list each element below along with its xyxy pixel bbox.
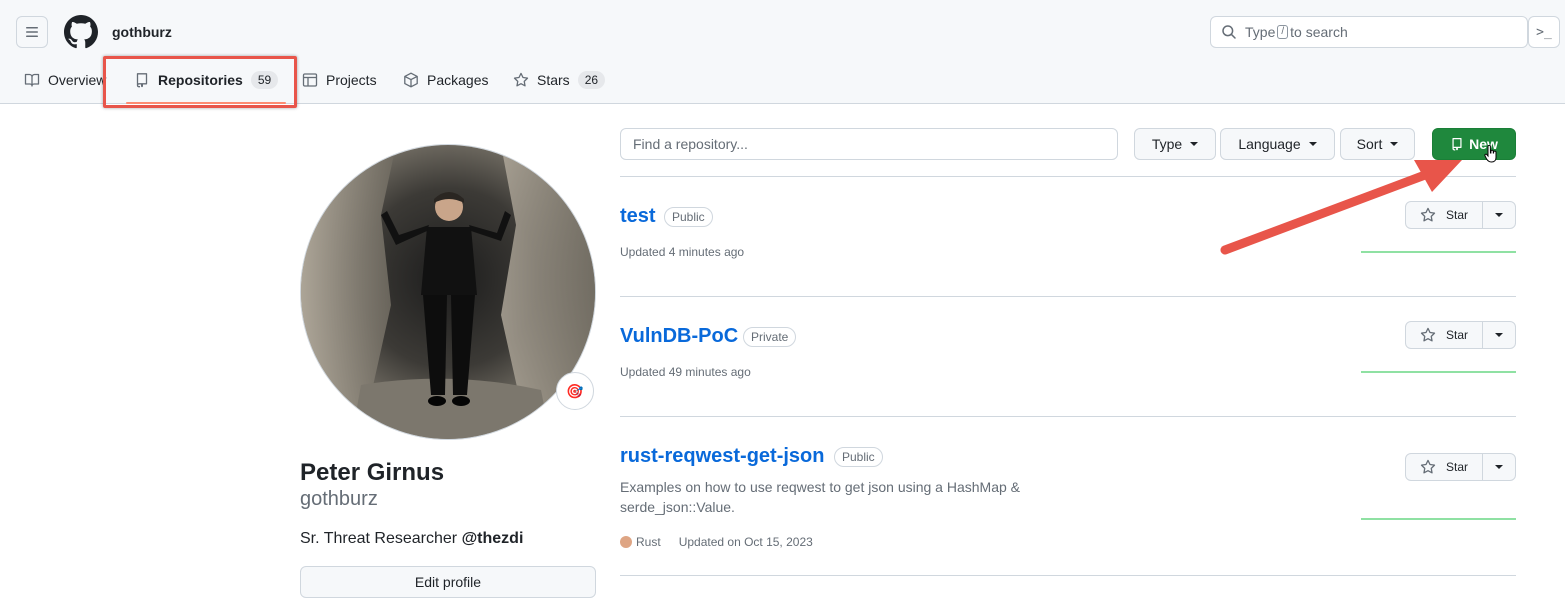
tab-label: Overview [48, 72, 107, 88]
star-list-dropdown[interactable] [1482, 453, 1516, 481]
profile-bio: Sr. Threat Researcher @thezdi [300, 528, 523, 550]
search-placeholder-prefix: Type [1245, 24, 1276, 40]
repo-description: Examples on how to use reqwest to get js… [620, 477, 1060, 517]
terminal-icon: >_ [1536, 24, 1552, 40]
chevron-down-icon [1495, 213, 1503, 217]
tab-packages[interactable]: Packages [403, 56, 488, 104]
sort-filter-label: Sort [1356, 136, 1383, 152]
tab-label: Projects [326, 72, 377, 88]
chevron-down-icon [1495, 333, 1503, 337]
repo-icon [136, 73, 148, 88]
tab-projects[interactable]: Projects [302, 56, 377, 104]
star-control: Star [1405, 201, 1516, 229]
repo-icon [1452, 137, 1462, 151]
list-divider [620, 416, 1516, 417]
visibility-badge: Private [743, 327, 797, 347]
profile-login: gothburz [300, 488, 378, 510]
avatar[interactable] [300, 144, 596, 440]
tab-label: Repositories [158, 72, 243, 88]
hand-cursor-icon [1484, 145, 1497, 163]
repo-description-line: Examples on how to use reqwest to get js… [620, 479, 1020, 495]
repo-language: Rust [636, 535, 661, 549]
package-icon [404, 72, 418, 88]
language-color-dot [620, 536, 632, 548]
status-emoji-icon: 🎯 [566, 382, 584, 399]
repo-meta: Updated 49 minutes ago [620, 363, 751, 381]
list-divider [620, 296, 1516, 297]
repo-count-badge: 59 [250, 71, 279, 89]
tab-stars[interactable]: Stars 26 [513, 56, 606, 104]
menu-button[interactable] [16, 16, 48, 48]
type-filter-label: Type [1151, 136, 1183, 152]
owner-link[interactable]: gothburz [112, 22, 172, 42]
sort-filter-button[interactable]: Sort [1340, 128, 1415, 160]
chevron-down-icon [1495, 465, 1503, 469]
repo-link-vulndb-poc[interactable]: VulnDB-PoC [620, 323, 738, 349]
repo-description-line: serde_json::Value. [620, 499, 735, 515]
search-shortcut-key: / [1277, 25, 1289, 39]
star-icon [1420, 207, 1436, 222]
language-filter-button[interactable]: Language [1220, 128, 1335, 160]
repo-updated: Updated on Oct 15, 2023 [678, 535, 813, 549]
book-icon [24, 73, 40, 87]
repo-updated: Updated 4 minutes ago [620, 245, 745, 259]
star-list-dropdown[interactable] [1482, 321, 1516, 349]
repo-link-rust-reqwest-get-json[interactable]: rust-reqwest-get-json [620, 443, 824, 469]
repo-meta: Rust Updated on Oct 15, 2023 [620, 533, 813, 551]
star-icon [1420, 459, 1436, 474]
table-icon [302, 73, 318, 87]
find-repository-input[interactable]: Find a repository... [620, 128, 1118, 160]
star-button[interactable]: Star [1405, 201, 1483, 229]
activity-sparkline [1361, 371, 1516, 373]
global-header: gothburz Type / to search >_ Overview Re… [0, 0, 1565, 108]
chevron-down-icon [1390, 142, 1399, 146]
search-icon [1222, 25, 1236, 39]
new-repository-button[interactable]: New [1432, 128, 1516, 160]
command-palette-button[interactable]: >_ [1528, 16, 1560, 48]
star-control: Star [1405, 453, 1516, 481]
chevron-down-icon [1308, 142, 1317, 146]
search-input[interactable]: Type / to search [1210, 16, 1528, 48]
activity-sparkline [1361, 518, 1516, 520]
github-logo-icon[interactable] [64, 15, 98, 49]
star-list-dropdown[interactable] [1482, 201, 1516, 229]
search-placeholder-suffix: to search [1290, 24, 1348, 40]
list-divider [620, 575, 1516, 576]
type-filter-button[interactable]: Type [1134, 128, 1216, 160]
activity-sparkline [1361, 251, 1516, 253]
repo-link-test[interactable]: test [620, 203, 656, 229]
star-label: Star [1445, 460, 1468, 474]
language-filter-label: Language [1238, 136, 1301, 152]
repo-meta: Updated 4 minutes ago [620, 243, 744, 261]
repo-updated: Updated 49 minutes ago [620, 365, 751, 379]
avatar-photo [301, 145, 595, 439]
bio-org-mention[interactable]: @thezdi [462, 530, 524, 547]
tab-repositories[interactable]: Repositories 59 [125, 56, 287, 104]
stars-count-badge: 26 [577, 71, 606, 89]
star-label: Star [1445, 208, 1468, 222]
set-status-button[interactable]: 🎯 [556, 372, 594, 410]
star-button[interactable]: Star [1405, 321, 1483, 349]
tab-label: Stars [537, 72, 570, 88]
visibility-badge: Public [834, 447, 883, 467]
star-control: Star [1405, 321, 1516, 349]
star-icon [1420, 327, 1436, 342]
chevron-down-icon [1190, 142, 1199, 146]
visibility-badge: Public [664, 207, 713, 227]
star-label: Star [1445, 328, 1468, 342]
bio-text: Sr. Threat Researcher [300, 530, 462, 547]
star-icon [513, 72, 529, 87]
profile-full-name: Peter Girnus [300, 459, 445, 486]
tab-overview[interactable]: Overview [24, 56, 106, 104]
star-button[interactable]: Star [1405, 453, 1483, 481]
edit-profile-button[interactable]: Edit profile [300, 566, 596, 598]
tab-label: Packages [427, 72, 489, 88]
hamburger-icon [26, 27, 38, 37]
list-divider [620, 176, 1516, 177]
